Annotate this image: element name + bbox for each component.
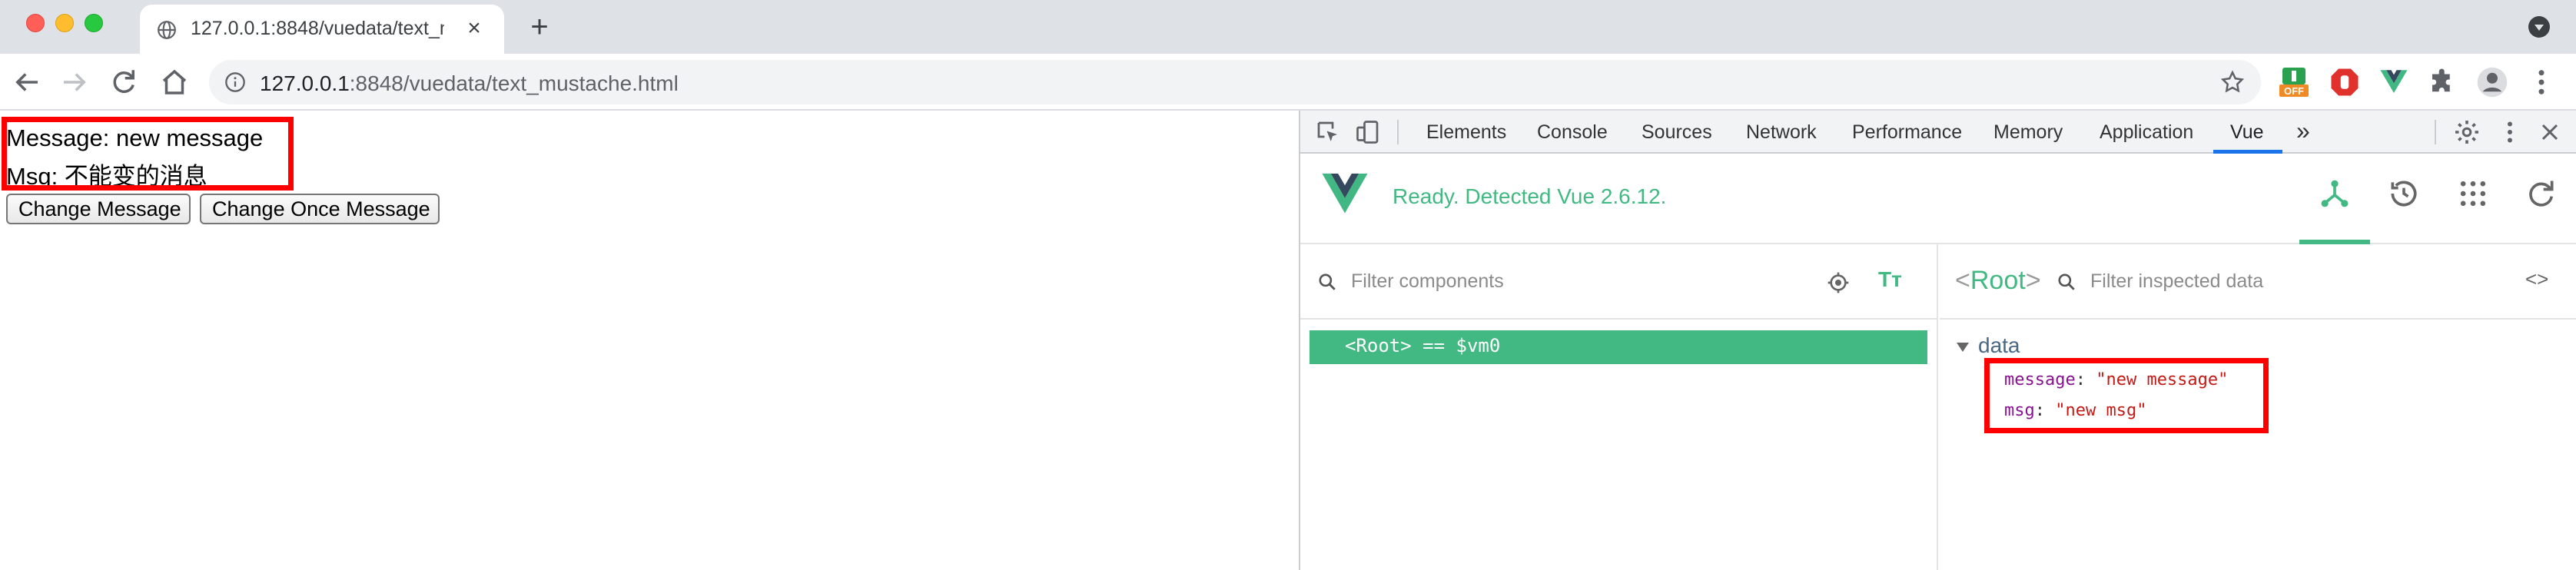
history-icon[interactable] (2387, 177, 2421, 210)
url-host: 127.0.0.1 (260, 71, 350, 95)
device-toolbar-icon[interactable] (1354, 118, 1382, 146)
more-vertical-icon (2538, 70, 2544, 94)
tab-performance[interactable]: Performance (1852, 121, 1962, 144)
tab-application[interactable]: Application (2100, 121, 2193, 144)
close-icon[interactable] (2536, 118, 2564, 146)
tab-memory[interactable]: Memory (1993, 121, 2063, 144)
filter-components-input[interactable] (1351, 270, 1781, 293)
vue-logo-icon (1322, 174, 1368, 214)
components-icon[interactable] (2318, 177, 2352, 210)
back-button[interactable] (11, 66, 43, 98)
tab-title: 127.0.0.1:8848/vuedata/text_mustache.htm… (191, 18, 444, 39)
vuex-grid-icon[interactable] (2456, 177, 2490, 210)
address-bar[interactable]: 127.0.0.1:8848/vuedata/text_mustache.htm… (209, 60, 2261, 104)
data-section-title[interactable]: data (1978, 333, 2020, 358)
refresh-icon[interactable] (2524, 177, 2558, 210)
browser-menu-button[interactable] (2525, 66, 2558, 98)
search-icon (1319, 273, 1336, 290)
more-tabs-button[interactable]: » (2296, 117, 2310, 145)
search-icon (2058, 273, 2075, 290)
vue-logo-icon (2380, 70, 2408, 93)
info-icon[interactable] (224, 71, 246, 93)
tab-strip: 127.0.0.1:8848/vuedata/text_mustache.htm… (0, 0, 2576, 54)
home-icon (162, 69, 187, 94)
highlight-box (1984, 358, 2269, 433)
browser-toolbar: 127.0.0.1:8848/vuedata/text_mustache.htm… (0, 54, 2576, 111)
tab-sources[interactable]: Sources (1642, 121, 1712, 144)
inspected-root-label: Root (1970, 266, 2026, 295)
stop-hand-icon (2331, 68, 2359, 96)
format-names-toggle[interactable]: Tт (1878, 267, 1902, 292)
vue-status-text: Ready. Detected Vue 2.6.12. (1393, 184, 1667, 208)
caret-down-icon[interactable] (1957, 343, 1969, 352)
highlight-box (2, 117, 294, 191)
inspect-dom-code-icon[interactable]: <> (2525, 267, 2548, 291)
window-minimize-button[interactable] (55, 14, 74, 32)
puzzle-icon (2432, 68, 2450, 92)
vue-devtools-header: Ready. Detected Vue 2.6.12. (1300, 154, 2576, 244)
components-filter-bar: Tт (1300, 244, 1938, 320)
tab-elements[interactable]: Elements (1426, 121, 1506, 144)
divider (1397, 120, 1399, 144)
forward-button[interactable] (58, 66, 91, 98)
divider (2435, 120, 2436, 144)
inspected-component-name: <Root> (1955, 266, 2041, 295)
tab-close-icon[interactable]: × (461, 15, 487, 41)
devtools-tab-bar: Elements Console Sources Network Perform… (1300, 111, 2576, 154)
stop-extension-button[interactable] (2329, 66, 2361, 98)
component-tree: <Root> == $vm0 (1300, 320, 1938, 570)
select-component-target-icon[interactable] (1826, 270, 1851, 295)
browser-tab[interactable]: 127.0.0.1:8848/vuedata/text_mustache.htm… (140, 5, 504, 54)
vue-devtools-extension-button[interactable] (2378, 66, 2410, 98)
extension-off-button[interactable]: OFF (2278, 66, 2310, 98)
arrow-left-icon (15, 73, 38, 91)
url-path: :8848/vuedata/text_mustache.html (349, 71, 679, 95)
more-vertical-icon[interactable] (2496, 118, 2524, 146)
devtools-panel: Elements Console Sources Network Perform… (1299, 111, 2576, 570)
gear-icon[interactable] (2453, 118, 2481, 146)
tab-console[interactable]: Console (1537, 121, 1608, 144)
new-tab-button[interactable]: + (523, 11, 556, 45)
inspector-data: data message: "new message" msg: "new ms… (1940, 320, 2576, 570)
change-once-message-button[interactable]: Change Once Message (200, 194, 440, 224)
page-viewport: Message: new message Msg: 不能变的消息 Change … (0, 111, 1299, 570)
inspector-header: <Root> <> (1940, 244, 2576, 320)
window-close-button[interactable] (26, 14, 45, 32)
inspect-element-icon[interactable] (1314, 118, 1342, 146)
extension-badge: OFF (2284, 85, 2304, 97)
filter-inspected-data-input[interactable] (2090, 270, 2459, 293)
tree-item-label: <Root> == $vm0 (1345, 335, 1501, 356)
extension-off-icon: OFF (2279, 68, 2309, 97)
avatar-icon (2477, 67, 2508, 98)
change-message-button[interactable]: Change Message (6, 194, 191, 224)
tree-item-root[interactable]: <Root> == $vm0 (1310, 330, 1927, 364)
reload-icon (113, 70, 134, 93)
globe-icon (158, 21, 176, 39)
tab-network[interactable]: Network (1746, 121, 1817, 144)
profile-button[interactable] (2476, 66, 2508, 98)
tab-vue[interactable]: Vue (2230, 121, 2264, 144)
window-maximize-button[interactable] (85, 14, 103, 32)
star-icon[interactable] (2219, 69, 2246, 95)
extensions-button[interactable] (2427, 66, 2459, 98)
arrow-right-icon (64, 73, 86, 91)
url-text: 127.0.0.1:8848/vuedata/text_mustache.htm… (260, 71, 679, 96)
home-button[interactable] (158, 66, 191, 98)
reload-button[interactable] (108, 66, 140, 98)
tab-search-button[interactable] (2528, 16, 2550, 38)
